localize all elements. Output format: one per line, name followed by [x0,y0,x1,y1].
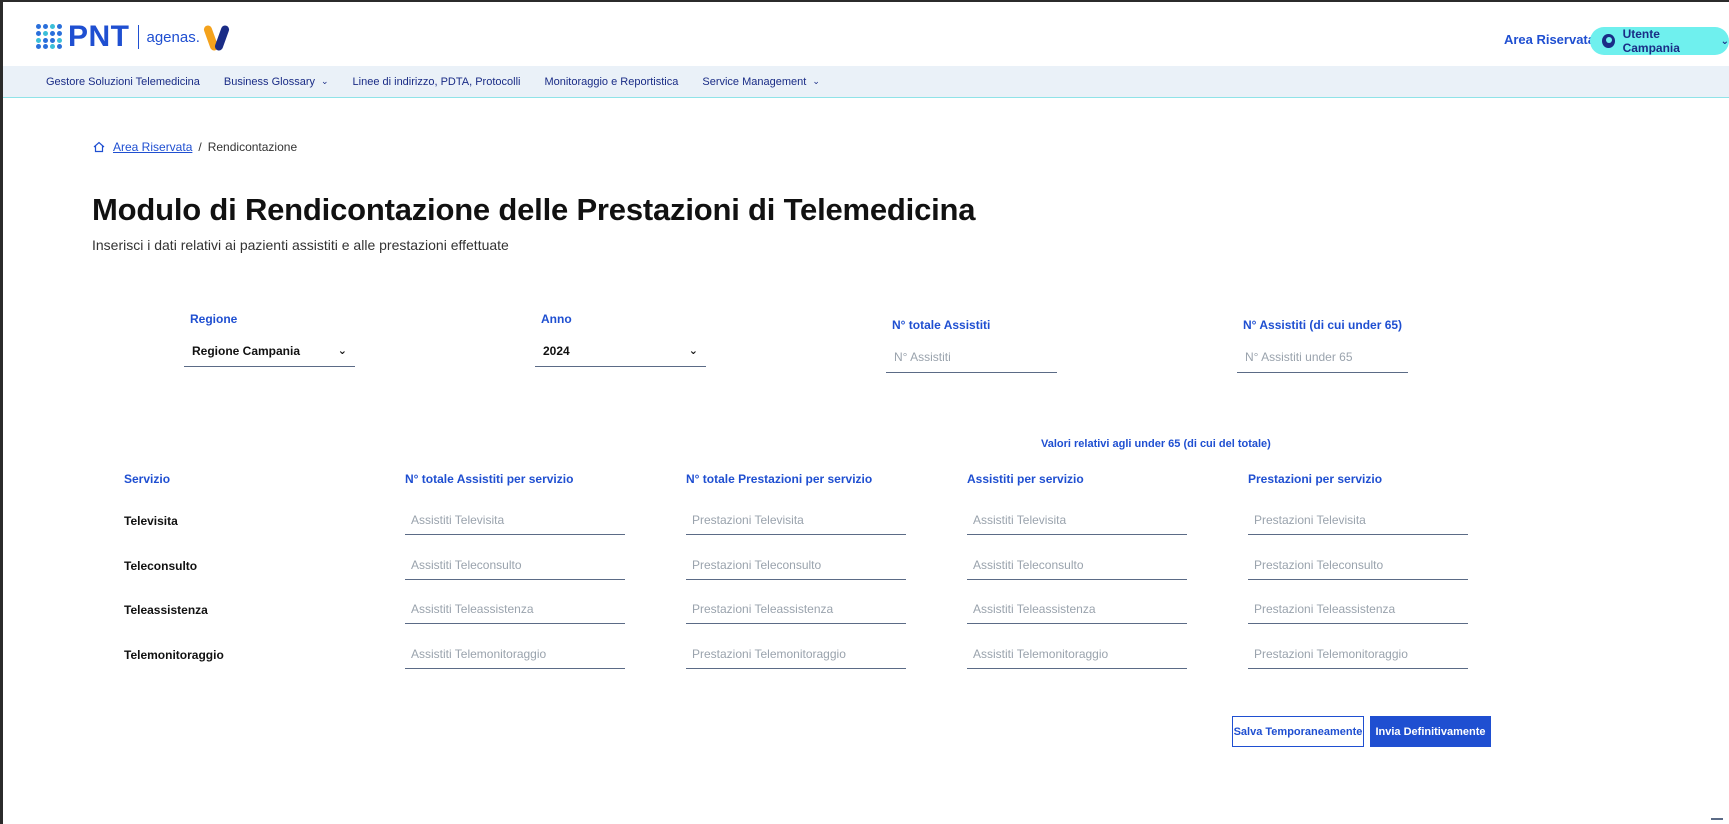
assistiti-placeholder: N° Assistiti [894,349,951,364]
regione-value: Regione Campania [192,343,301,358]
submit-definitively-button[interactable]: Invia Definitivamente [1370,716,1491,747]
row-label-telemonitoraggio: Telemonitoraggio [124,648,224,662]
row-label-teleconsulto: Teleconsulto [124,559,198,573]
chevron-down-icon: ⌄ [337,345,347,357]
nav-item-linee-indirizzo[interactable]: Linee di indirizzo, PDTA, Protocolli [353,76,521,88]
logo-divider [137,25,139,49]
agenas-x-icon [202,23,231,52]
breadcrumb-separator: / [198,140,202,154]
pnt-logo[interactable]: PNT agenas. [36,20,231,53]
nav-item-business-glossary[interactable]: Business Glossary ⌄ [224,76,329,88]
input-prestazioni-televisita[interactable]: Prestazioni Televisita [686,505,906,535]
input-assistiti-under65-teleconsulto[interactable]: Assistiti Teleconsulto [967,550,1187,580]
input-placeholder: Prestazioni Teleconsulto [1254,557,1384,572]
input-prestazioni-teleconsulto[interactable]: Prestazioni Teleconsulto [686,550,906,580]
assistiti-under65-placeholder: N° Assistiti under 65 [1245,349,1353,364]
input-placeholder: Prestazioni Teleconsulto [692,557,822,572]
input-placeholder: Prestazioni Televisita [692,512,804,527]
breadcrumb: Area Riservata / Rendicontazione [93,140,297,154]
input-assistiti-under65-televisita[interactable]: Assistiti Televisita [967,505,1187,535]
user-avatar-icon [1602,34,1615,48]
input-placeholder: Assistiti Teleconsulto [411,557,522,572]
scroll-indicator [1711,818,1723,820]
assistiti-under65-input[interactable]: N° Assistiti under 65 [1237,341,1408,373]
nav-item-label: Business Glossary [223,75,315,88]
nav-item-service-management[interactable]: Service Management ⌄ [702,76,820,88]
home-icon [93,141,105,153]
input-assistiti-teleassistenza[interactable]: Assistiti Teleassistenza [405,594,625,624]
input-placeholder: Assistiti Telemonitoraggio [973,646,1109,661]
input-placeholder: Assistiti Televisita [411,512,505,527]
area-riservata-link[interactable]: Area Riservata [1504,32,1595,47]
input-placeholder: Prestazioni Telemonitoraggio [1254,646,1408,661]
logo-text: PNT [68,20,130,53]
col-header-assistiti-totale: N° totale Assistiti per servizio [405,472,574,486]
row-label-teleassistenza: Teleassistenza [124,603,208,617]
col-header-prestazioni-under65: Prestazioni per servizio [1248,472,1383,486]
input-assistiti-telemonitoraggio[interactable]: Assistiti Telemonitoraggio [405,639,625,669]
breadcrumb-home-link[interactable]: Area Riservata [113,140,192,154]
row-label-televisita: Televisita [124,514,178,528]
input-placeholder: Assistiti Telemonitoraggio [411,646,547,661]
input-placeholder: Prestazioni Teleassistenza [692,601,834,616]
input-prestazioni-under65-televisita[interactable]: Prestazioni Televisita [1248,505,1468,535]
save-temporarily-button[interactable]: Salva Temporaneamente [1232,716,1364,747]
input-prestazioni-under65-teleassistenza[interactable]: Prestazioni Teleassistenza [1248,594,1468,624]
input-placeholder: Prestazioni Telemonitoraggio [692,646,846,661]
user-menu-button[interactable]: Utente Campania ⌄ [1590,27,1729,55]
col-header-prestazioni-totale: N° totale Prestazioni per servizio [686,472,873,486]
input-placeholder: Assistiti Teleassistenza [411,601,534,616]
nav-item-monitoraggio[interactable]: Monitoraggio e Reportistica [544,76,678,88]
input-placeholder: Assistiti Televisita [973,512,1067,527]
input-prestazioni-teleassistenza[interactable]: Prestazioni Teleassistenza [686,594,906,624]
page-title: Modulo di Rendicontazione delle Prestazi… [92,192,976,227]
top-header: PNT agenas. Area Riservata Utente Campan… [3,2,1729,66]
input-placeholder: Assistiti Teleconsulto [973,557,1084,572]
pnt-dots-icon [36,24,62,50]
chevron-down-icon: ⌄ [320,76,329,86]
chevron-down-icon: ⌄ [812,76,820,86]
assistiti-input[interactable]: N° Assistiti [886,341,1057,373]
input-placeholder: Assistiti Teleassistenza [973,601,1096,616]
input-prestazioni-telemonitoraggio[interactable]: Prestazioni Telemonitoraggio [686,639,906,669]
input-assistiti-televisita[interactable]: Assistiti Televisita [405,505,625,535]
nav-item-label: Gestore Soluzioni Telemedicina [46,75,200,88]
anno-label: Anno [541,312,572,326]
input-prestazioni-under65-teleconsulto[interactable]: Prestazioni Teleconsulto [1248,550,1468,580]
assistiti-under65-label: N° Assistiti (di cui under 65) [1243,318,1403,332]
nav-item-label: Monitoraggio e Reportistica [544,75,679,88]
anno-select[interactable]: 2024 ⌄ [535,335,706,367]
col-header-servizio: Servizio [124,472,171,486]
assistiti-label: N° totale Assistiti [892,318,991,332]
regione-label: Regione [190,312,238,326]
anno-value: 2024 [543,343,570,358]
chevron-down-icon: ⌄ [1720,35,1729,47]
window-frame [0,0,1729,824]
input-placeholder: Prestazioni Teleassistenza [1254,601,1396,616]
input-placeholder: Prestazioni Televisita [1254,512,1366,527]
nav-item-gestore-soluzioni[interactable]: Gestore Soluzioni Telemedicina [46,76,200,88]
input-prestazioni-under65-telemonitoraggio[interactable]: Prestazioni Telemonitoraggio [1248,639,1468,669]
chevron-down-icon: ⌄ [688,345,698,357]
breadcrumb-current: Rendicontazione [207,140,298,154]
page-subtitle: Inserisci i dati relativi ai pazienti as… [92,237,509,253]
main-nav: Gestore Soluzioni Telemedicina Business … [3,66,1729,98]
col-header-assistiti-under65: Assistiti per servizio [967,472,1084,486]
nav-item-label: Linee di indirizzo, PDTA, Protocolli [352,75,521,88]
input-assistiti-teleconsulto[interactable]: Assistiti Teleconsulto [405,550,625,580]
regione-select[interactable]: Regione Campania ⌄ [184,335,355,367]
nav-item-label: Service Management [702,75,807,88]
input-assistiti-under65-teleassistenza[interactable]: Assistiti Teleassistenza [967,594,1187,624]
input-assistiti-under65-telemonitoraggio[interactable]: Assistiti Telemonitoraggio [967,639,1187,669]
under65-group-header: Valori relativi agli under 65 (di cui de… [1041,438,1271,450]
agenas-logo-text: agenas. [146,28,200,46]
user-name: Utente Campania [1622,27,1680,55]
